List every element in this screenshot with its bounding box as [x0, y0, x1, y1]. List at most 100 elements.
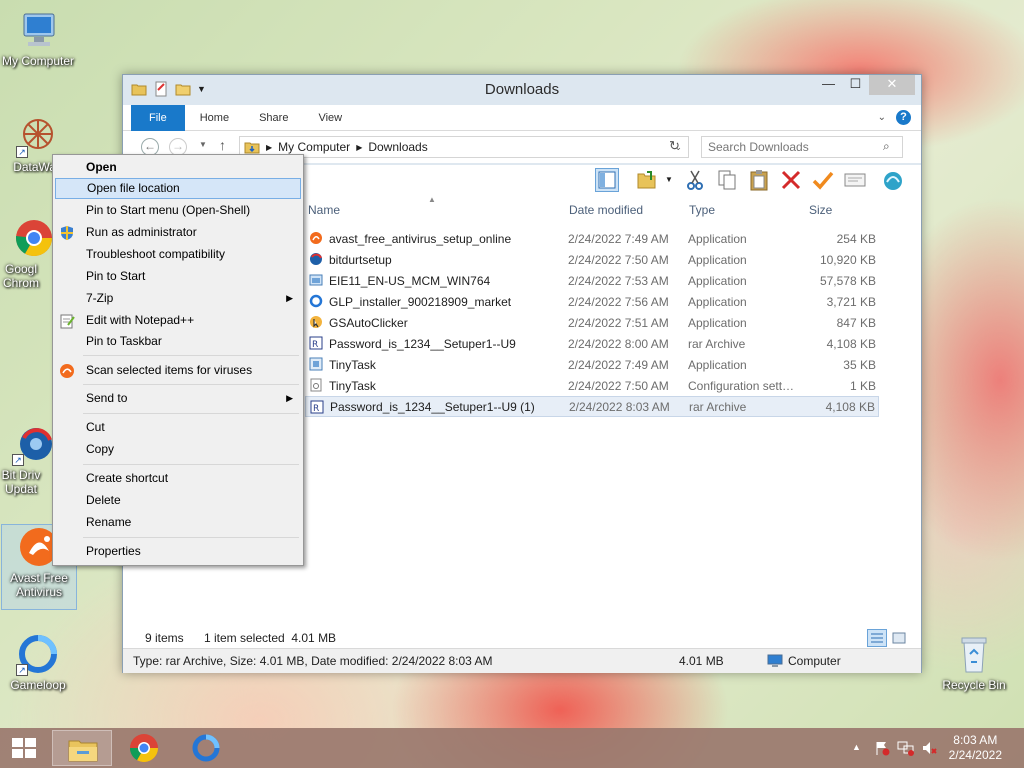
maximize-button[interactable]: ☐ [842, 75, 869, 95]
file-row[interactable]: bitdurtsetup 2/24/2022 7:50 AM Applicati… [305, 249, 879, 270]
file-row[interactable]: GLP_installer_900218909_market 2/24/2022… [305, 291, 879, 312]
menu-item-7zip[interactable]: 7-Zip ▶ [55, 288, 301, 309]
recent-locations-icon[interactable]: ▼ [199, 140, 207, 149]
computer-icon [767, 654, 783, 667]
submenu-arrow-icon: ▶ [286, 293, 293, 303]
menu-item-troubleshoot-compatibility[interactable]: Troubleshoot compatibility [55, 244, 301, 265]
delete-icon[interactable] [779, 168, 803, 192]
file-row[interactable]: EIE11_EN-US_MCM_WIN764 2/24/2022 7:53 AM… [305, 270, 879, 291]
menu-item-run-as-administrator[interactable]: Run as administrator [55, 222, 301, 243]
refresh-icon[interactable]: ↻ [669, 138, 680, 154]
file-name: TinyTask [329, 378, 376, 393]
datawag-icon: ↗ [16, 114, 60, 158]
file-row[interactable]: GSAutoClicker 2/24/2022 7:51 AM Applicat… [305, 312, 879, 333]
file-type: Application [688, 273, 747, 288]
taskbar-chrome[interactable] [114, 730, 174, 766]
shortcut-arrow-icon: ↗ [16, 146, 28, 158]
large-icons-view-icon[interactable] [891, 630, 907, 646]
menu-item-open-file-location[interactable]: Open file location [55, 178, 301, 199]
help-icon[interactable]: ? [896, 110, 911, 125]
menu-item-properties[interactable]: Properties [55, 541, 301, 562]
file-name: TinyTask [329, 357, 376, 372]
menu-item-pin-to-taskbar[interactable]: Pin to Taskbar [55, 331, 301, 352]
tab-file[interactable]: File [131, 104, 185, 131]
show-hidden-icons-icon[interactable]: ▲ [852, 742, 861, 752]
file-size: 4,108 KB [826, 336, 876, 351]
copy-icon[interactable] [715, 168, 739, 192]
file-name: EIE11_EN-US_MCM_WIN764 [329, 273, 491, 288]
rename-check-icon[interactable] [811, 168, 835, 192]
file-row[interactable]: R Password_is_1234__Setuper1--U9 2/24/20… [305, 333, 879, 354]
file-row[interactable]: avast_free_antivirus_setup_online 2/24/2… [305, 228, 879, 249]
file-type: Configuration sett… [688, 378, 795, 393]
notepadpp-icon [60, 314, 75, 329]
tab-home[interactable]: Home [185, 105, 244, 131]
start-button[interactable] [0, 730, 48, 766]
paste-icon[interactable] [747, 168, 771, 192]
action-center-flag-icon[interactable] [874, 740, 890, 756]
file-row[interactable]: TinyTask 2/24/2022 7:50 AM Configuration… [305, 375, 879, 396]
file-type: Application [688, 252, 747, 267]
close-button[interactable]: ✕ [869, 75, 915, 95]
tab-share[interactable]: Share [244, 105, 303, 131]
ribbon-tabs: File Home Share View ⌄ ? [123, 104, 921, 131]
title-bar[interactable]: ▼ Downloads — ☐ ✕ [123, 75, 921, 105]
menu-item-label: Copy [86, 442, 115, 456]
preview-pane-icon[interactable] [595, 168, 619, 192]
menu-item-copy[interactable]: Copy [55, 439, 301, 460]
column-header-type[interactable]: Type [689, 203, 715, 223]
menu-item-scan-for-viruses[interactable]: Scan selected items for viruses [55, 360, 301, 381]
desktop-icon-label: Bit Driv Updat [1, 468, 41, 496]
cut-icon[interactable] [683, 168, 707, 192]
chrome-icon [12, 216, 56, 260]
layout-dropdown-icon[interactable]: ▼ [665, 175, 673, 184]
desktop-icon-recycle-bin[interactable]: Recycle Bin [936, 632, 1012, 692]
details-text: Type: rar Archive, Size: 4.01 MB, Date m… [133, 654, 493, 668]
up-arrow-icon[interactable]: ↑ [219, 137, 226, 153]
expand-ribbon-icon[interactable]: ⌄ [878, 112, 886, 123]
menu-item-create-shortcut[interactable]: Create shortcut [55, 468, 301, 489]
column-header-date[interactable]: Date modified [569, 203, 643, 223]
column-header-size[interactable]: Size [809, 203, 832, 223]
minimize-button[interactable]: — [815, 75, 842, 95]
taskbar-clock[interactable]: 8:03 AM 2/24/2022 [949, 733, 1002, 763]
desktop-icon-my-computer[interactable]: My Computer [0, 8, 76, 68]
network-icon[interactable] [897, 740, 915, 756]
search-input[interactable]: Search Downloads [701, 136, 903, 158]
shell-icon[interactable] [881, 168, 905, 192]
uac-shield-icon [61, 226, 73, 240]
tab-view[interactable]: View [303, 105, 357, 131]
menu-item-label: Send to [86, 391, 128, 405]
menu-item-cut[interactable]: Cut [55, 417, 301, 438]
desktop-icon-gameloop[interactable]: ↗ Gameloop [0, 632, 76, 692]
column-header-name[interactable]: Name [308, 203, 340, 223]
details-view-icon[interactable] [867, 629, 887, 647]
menu-item-send-to[interactable]: Send to ▶ [55, 388, 301, 409]
file-size: 3,721 KB [826, 294, 876, 309]
volume-muted-icon[interactable] [921, 740, 937, 756]
layout-folder-icon[interactable] [635, 168, 659, 192]
file-date: 2/24/2022 7:50 AM [568, 378, 669, 393]
breadcrumb-downloads[interactable]: Downloads [368, 140, 427, 154]
menu-item-open[interactable]: Open [55, 157, 301, 178]
menu-item-label: Pin to Start menu (Open-Shell) [86, 203, 251, 217]
file-row[interactable]: TinyTask 2/24/2022 7:49 AM Application 3… [305, 354, 879, 375]
taskbar-file-explorer[interactable] [52, 730, 112, 766]
menu-item-delete[interactable]: Delete [55, 490, 301, 511]
breadcrumb-my-computer[interactable]: My Computer [278, 140, 350, 154]
file-name: GSAutoClicker [329, 315, 408, 330]
address-bar[interactable]: ▶ My Computer ▶ Downloads ⌄ [239, 136, 689, 158]
file-size: 4,108 KB [825, 399, 875, 414]
details-location: Computer [788, 654, 841, 668]
menu-item-pin-to-start[interactable]: Pin to Start [55, 266, 301, 287]
menu-item-pin-start-menu-open-shell[interactable]: Pin to Start menu (Open-Shell) [55, 200, 301, 221]
file-type: Application [688, 357, 747, 372]
taskbar-gameloop[interactable] [176, 730, 236, 766]
menu-item-rename[interactable]: Rename [55, 512, 301, 533]
properties-card-icon[interactable] [843, 168, 867, 192]
menu-item-edit-with-notepadpp[interactable]: Edit with Notepad++ [55, 310, 301, 331]
window-title: Downloads [484, 81, 560, 98]
file-name: Password_is_1234__Setuper1--U9 [329, 336, 516, 351]
clock-time: 8:03 AM [953, 733, 998, 747]
file-row-selected[interactable]: R Password_is_1234__Setuper1--U9 (1) 2/2… [305, 396, 879, 417]
